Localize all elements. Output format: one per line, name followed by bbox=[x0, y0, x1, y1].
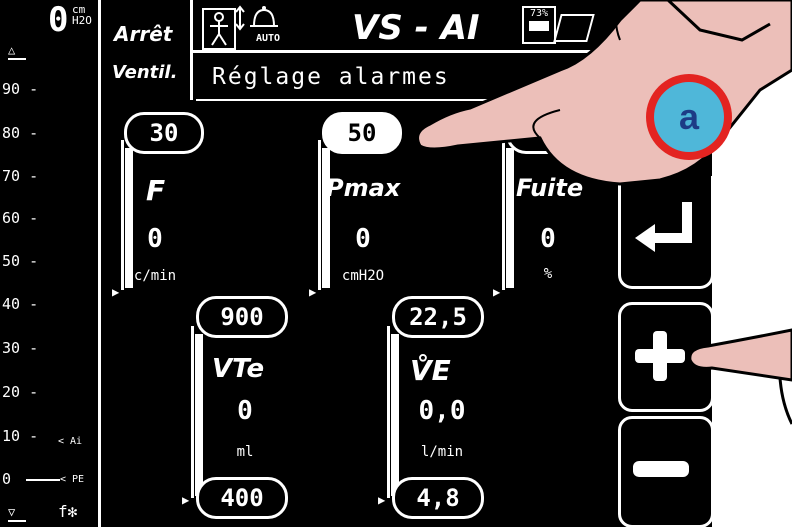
ve-value: 0,0 bbox=[418, 396, 466, 426]
trigger-icon: f✻ bbox=[58, 502, 78, 521]
ve-bar-fill bbox=[391, 334, 399, 496]
tick-40: 40 - bbox=[2, 295, 39, 313]
scale-down-marker: ▽ bbox=[8, 505, 16, 519]
marker-pe: < PE bbox=[60, 474, 85, 485]
vte-name: VTe bbox=[212, 354, 265, 384]
vte-value: 0 bbox=[237, 396, 253, 426]
pointing-hand-right bbox=[688, 328, 792, 425]
f-bar-pointer: ▶ bbox=[112, 285, 120, 299]
vte-low-setting[interactable]: 400 bbox=[196, 477, 288, 519]
vte-bar bbox=[191, 326, 194, 498]
vte-high-setting[interactable]: 900 bbox=[196, 296, 288, 338]
ve-bar-pointer: ▶ bbox=[378, 493, 386, 507]
pmax-bar-pointer: ▶ bbox=[309, 285, 317, 299]
fuite-unit: % bbox=[543, 266, 553, 282]
annotation-label: a bbox=[654, 82, 724, 152]
fuite-bar-pointer: ▶ bbox=[493, 285, 501, 299]
ve-high-setting[interactable]: 22,5 bbox=[392, 296, 484, 338]
tick-20: 20 - bbox=[2, 383, 39, 401]
marker-ai: < Ai bbox=[58, 436, 83, 447]
ve-low-setting[interactable]: 4,8 bbox=[392, 477, 484, 519]
tick-0: 0 bbox=[2, 470, 12, 488]
vte-bar-pointer: ▶ bbox=[182, 493, 190, 507]
annotation-badge-a: a bbox=[646, 74, 732, 160]
f-unit: c/min bbox=[133, 268, 177, 284]
ve-bar bbox=[387, 326, 390, 498]
ve-unit: l/min bbox=[420, 444, 464, 460]
pe-line bbox=[26, 479, 60, 481]
tick-30: 30 - bbox=[2, 339, 39, 357]
scale-bottom-line bbox=[8, 520, 26, 522]
vte-bar-fill bbox=[195, 334, 203, 496]
ve-name: V̊E bbox=[410, 354, 451, 387]
vte-unit: ml bbox=[236, 444, 254, 460]
pmax-unit: cmH2O bbox=[341, 268, 385, 284]
tick-10: 10 - bbox=[2, 427, 39, 445]
